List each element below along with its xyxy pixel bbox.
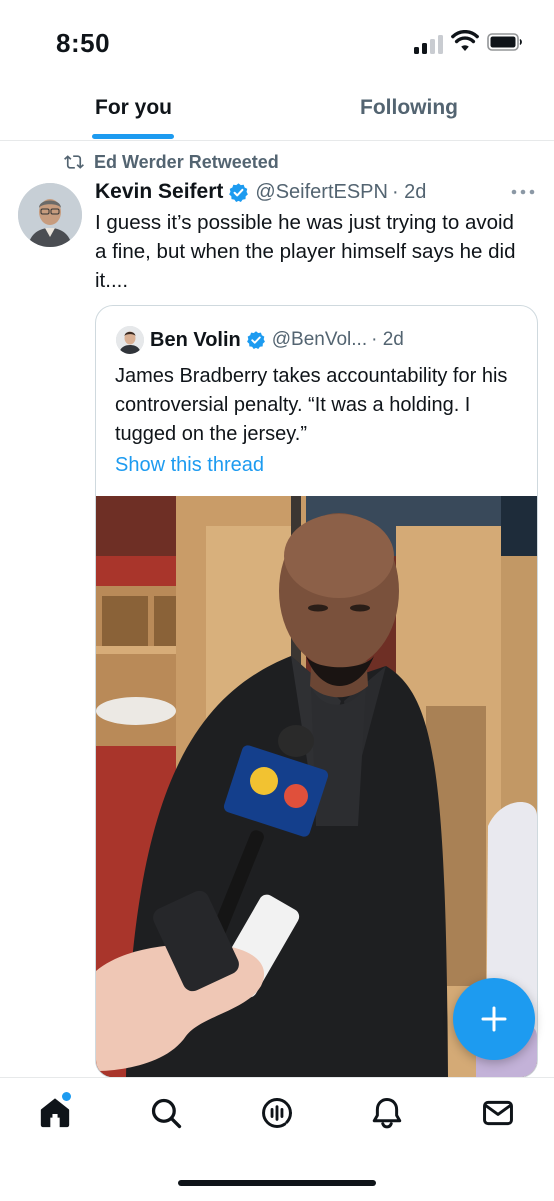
cellular-signal-icon xyxy=(414,34,444,54)
quoted-tweet-header: Ben Volin @BenVol... · 2d xyxy=(150,327,404,353)
new-posts-dot xyxy=(62,1092,71,1101)
tab-for-you[interactable]: For you xyxy=(95,96,172,120)
tweet-timestamp: · 2d xyxy=(391,180,427,203)
search-icon[interactable] xyxy=(149,1096,183,1130)
verified-badge-icon xyxy=(229,182,249,202)
battery-icon xyxy=(487,33,522,51)
status-bar: 8:50 xyxy=(0,0,554,88)
tab-following[interactable]: Following xyxy=(360,96,458,120)
author-handle[interactable]: @SeifertESPN xyxy=(255,181,388,204)
quoted-tweet-card[interactable]: Ben Volin @BenVol... · 2d James Bradberr… xyxy=(95,305,538,1078)
status-time: 8:50 xyxy=(56,28,111,58)
spaces-icon[interactable] xyxy=(260,1096,294,1130)
tweet-header: Kevin Seifert @SeifertESPN · 2d xyxy=(95,178,426,206)
author-avatar[interactable] xyxy=(18,183,82,247)
timeline-tabs: For you Following xyxy=(0,88,554,141)
quoted-tweet-timestamp: · 2d xyxy=(371,329,404,350)
active-tab-indicator xyxy=(92,134,174,139)
quoted-author-avatar xyxy=(116,326,144,354)
quoted-author-name: Ben Volin xyxy=(150,328,241,351)
plus-icon xyxy=(481,1006,507,1032)
verified-badge-icon xyxy=(246,331,265,349)
messages-icon[interactable] xyxy=(481,1096,515,1130)
notifications-icon[interactable] xyxy=(370,1096,404,1130)
home-indicator xyxy=(178,1180,376,1186)
tweet-text: I guess it’s possible he was just trying… xyxy=(95,211,516,292)
more-options-icon[interactable] xyxy=(510,182,536,202)
wifi-icon xyxy=(451,30,479,51)
quoted-author-handle: @BenVol... xyxy=(271,329,368,350)
compose-tweet-button[interactable] xyxy=(453,978,535,1060)
author-name[interactable]: Kevin Seifert xyxy=(95,180,223,204)
retweet-context[interactable]: Ed Werder Retweeted xyxy=(64,150,279,174)
home-icon[interactable] xyxy=(38,1096,72,1130)
retweeted-by-label: Ed Werder Retweeted xyxy=(94,151,279,172)
retweet-icon xyxy=(64,155,84,169)
quoted-tweet-text: James Bradberry takes accountability for… xyxy=(115,365,508,445)
show-thread-link[interactable]: Show this thread xyxy=(115,454,264,477)
